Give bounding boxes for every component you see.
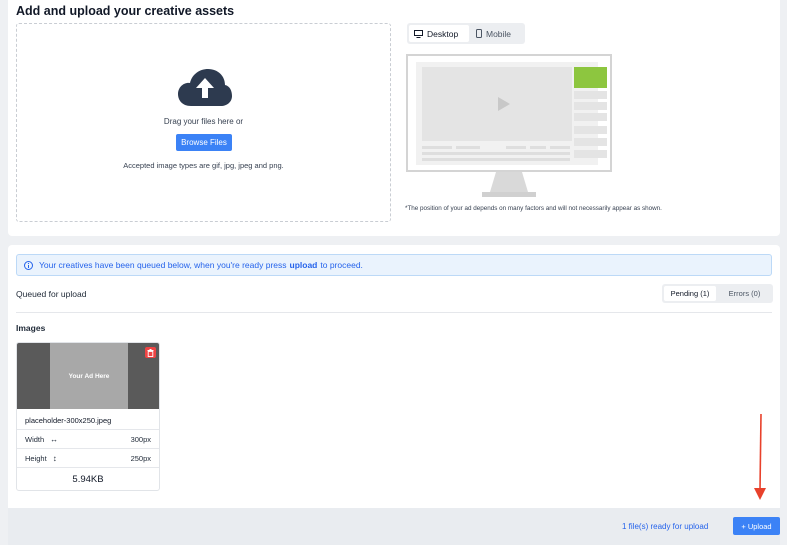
page-title: Add and upload your creative assets bbox=[16, 4, 235, 18]
horizontal-arrows-icon: ↔ bbox=[50, 434, 59, 444]
asset-width-row: Width ↔ 300px bbox=[17, 429, 159, 448]
banner-suffix: to proceed. bbox=[320, 260, 363, 270]
info-banner: Your creatives have been queued below, w… bbox=[16, 254, 772, 276]
upload-panel: Add and upload your creative assets Drag… bbox=[8, 0, 780, 236]
ready-count-text: 1 file(s) ready for upload bbox=[622, 522, 709, 531]
width-value: 300px bbox=[130, 434, 151, 444]
banner-action: upload bbox=[289, 260, 318, 270]
asset-filename: placeholder-300x250.jpeg bbox=[25, 416, 112, 425]
images-heading: Images bbox=[16, 323, 46, 333]
tab-mobile[interactable]: Mobile bbox=[471, 25, 523, 42]
status-tabs: Pending (1) Errors (0) bbox=[662, 284, 773, 303]
monitor-icon bbox=[414, 29, 423, 38]
tab-errors[interactable]: Errors (0) bbox=[718, 286, 771, 301]
browse-files-button[interactable]: Browse Files bbox=[176, 134, 232, 151]
width-label: Width bbox=[25, 434, 45, 444]
info-icon bbox=[24, 260, 33, 270]
asset-file-size: 5.94KB bbox=[17, 467, 159, 490]
device-toggle: Desktop Mobile bbox=[407, 23, 525, 44]
queue-panel: Your creatives have been queued below, w… bbox=[8, 245, 780, 545]
vertical-arrows-icon: ↕ bbox=[52, 453, 57, 463]
banner-text: Your creatives have been queued below, w… bbox=[39, 260, 287, 270]
phone-icon bbox=[476, 29, 482, 38]
drag-text: Drag your files here or bbox=[163, 117, 244, 126]
upload-button[interactable]: + Upload bbox=[733, 517, 780, 535]
tab-desktop-label: Desktop bbox=[427, 28, 459, 39]
queued-label: Queued for upload bbox=[16, 289, 87, 299]
file-dropzone[interactable]: Drag your files here or Browse Files Acc… bbox=[16, 23, 391, 222]
asset-thumbnail: Your Ad Here bbox=[17, 343, 159, 409]
height-value: 250px bbox=[130, 453, 151, 463]
thumbnail-placeholder: Your Ad Here bbox=[50, 343, 128, 409]
accepted-types-text: Accepted image types are gif, jpg, jpeg … bbox=[123, 161, 284, 170]
height-label: Height bbox=[25, 453, 47, 463]
asset-card: Your Ad Here placeholder-300x250.jpeg Wi… bbox=[16, 342, 160, 491]
trash-icon bbox=[147, 348, 154, 357]
asset-height-row: Height ↕ 250px bbox=[17, 448, 159, 467]
preview-footnote: *The position of your ad depends on many… bbox=[405, 205, 662, 212]
tab-pending[interactable]: Pending (1) bbox=[664, 286, 716, 301]
tab-mobile-label: Mobile bbox=[486, 28, 512, 39]
tab-desktop[interactable]: Desktop bbox=[409, 25, 469, 42]
delete-asset-button[interactable] bbox=[145, 347, 156, 358]
cloud-upload-icon bbox=[178, 69, 232, 106]
annotation-arrow-icon bbox=[754, 414, 766, 500]
desktop-preview-illustration bbox=[406, 54, 612, 197]
divider bbox=[16, 312, 772, 313]
